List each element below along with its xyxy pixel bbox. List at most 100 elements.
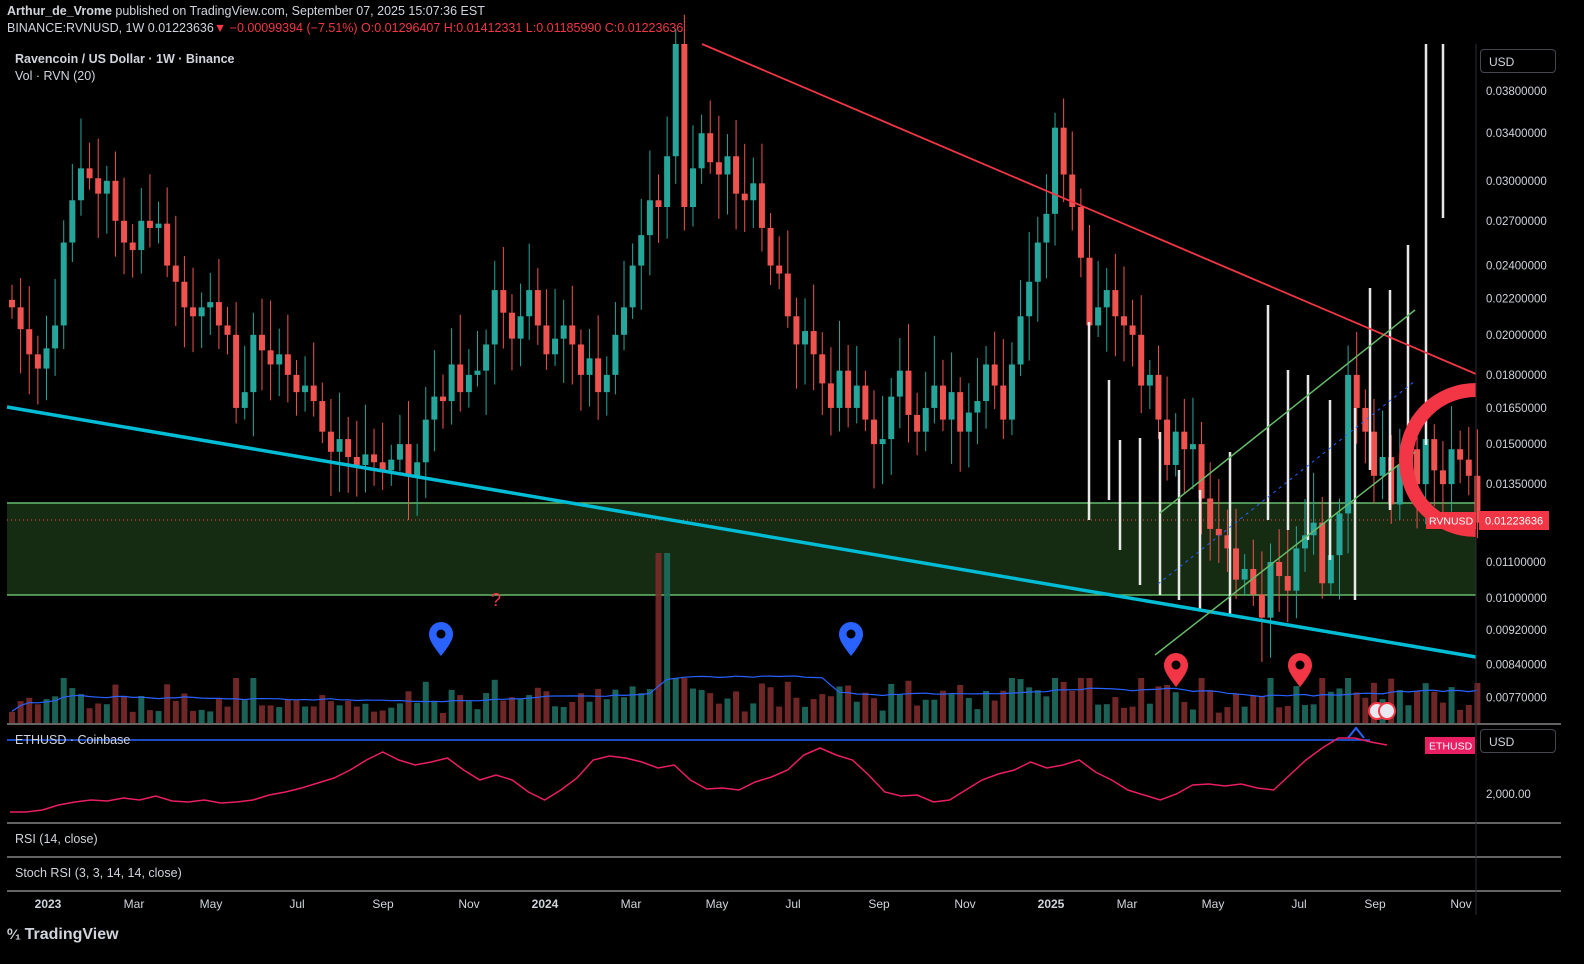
candle-body [1164, 419, 1171, 465]
volume-bar [707, 693, 714, 723]
price-axis-tick: 0.01800000 [1486, 370, 1547, 382]
price-axis-tick: 0.02400000 [1486, 261, 1547, 273]
candle-body [465, 374, 472, 393]
eth-currency-unit-button[interactable]: USD [1480, 729, 1556, 753]
candle-body [60, 242, 67, 326]
volume-bar [853, 701, 860, 723]
price-axis-tick: 0.01000000 [1486, 593, 1547, 605]
candle-body [1267, 561, 1274, 618]
candle-body [371, 454, 378, 463]
candle-body [827, 383, 834, 408]
map-pin-marker-blue-2 [839, 622, 863, 656]
time-axis-tick: Sep [868, 897, 890, 911]
time-axis-tick: May [1202, 897, 1225, 911]
map-pin-marker-red-1 [1164, 653, 1188, 687]
candle-body [1172, 431, 1179, 465]
volume-bar [655, 553, 662, 723]
volume-bar [1008, 678, 1015, 723]
price-axis-tick: 0.03000000 [1486, 176, 1547, 188]
volume-bar [1198, 678, 1205, 723]
time-axis-tick: Nov [458, 897, 479, 911]
currency-unit-button[interactable]: USD [1480, 49, 1556, 73]
volume-bar [939, 690, 946, 723]
candle-body [1250, 568, 1257, 595]
volume-bar [1448, 687, 1455, 723]
volume-bar [715, 703, 722, 723]
volume-bar [181, 693, 188, 723]
volume-bar [767, 687, 774, 723]
volume-bar [1077, 678, 1084, 723]
candle-body [483, 344, 490, 371]
volume-bar [526, 695, 533, 723]
price-axis-tick: 0.00840000 [1486, 659, 1547, 671]
candle-body [664, 156, 671, 207]
candle-body [965, 412, 972, 432]
volume-bar [465, 701, 472, 723]
candle-body [250, 334, 257, 393]
time-axis-tick: 2023 [35, 897, 62, 911]
candle-body [258, 334, 265, 351]
volume-bar [793, 697, 800, 723]
candle-body [327, 431, 334, 452]
candle-body [879, 439, 886, 445]
volume-bar [1258, 696, 1265, 723]
candle-body [776, 265, 783, 274]
candle-body [586, 358, 593, 375]
candle-body [9, 299, 15, 308]
candle-body [396, 444, 403, 460]
volume-bar [871, 698, 877, 723]
volume-bar [60, 678, 67, 723]
volume-bar [552, 706, 559, 723]
volume-bar [664, 553, 671, 723]
volume-bar [577, 693, 584, 723]
candle-body [974, 401, 981, 413]
volume-bar [689, 688, 696, 723]
candle-body [603, 374, 610, 393]
volume-bar [991, 700, 998, 723]
chart-title: Ravencoin / US Dollar · 1W · Binance [15, 52, 235, 66]
price-chart[interactable]: ? 0.03800000 0.03400000 0.03000000 0.027000… [0, 0, 1584, 964]
volume-bar [1405, 705, 1412, 723]
tradingview-logo[interactable]: ⁰⁄₁ TradingView [7, 926, 119, 944]
candle-body [896, 370, 903, 397]
time-axis-tick: May [706, 897, 729, 911]
candle-body [534, 290, 541, 326]
candle-body [871, 419, 877, 445]
volume-bar [396, 703, 403, 723]
volume-bar [1189, 709, 1196, 723]
volume-bar [1319, 678, 1326, 723]
volume-bar [733, 691, 740, 723]
candle-body [1052, 127, 1059, 214]
time-axis-tick: Sep [372, 897, 394, 911]
candle-body [353, 457, 360, 465]
volume-bar [1043, 696, 1050, 723]
candle-body [310, 385, 317, 402]
volume-bar [9, 711, 15, 723]
time-axis-tick: Mar [124, 897, 145, 911]
volume-bar [1155, 686, 1162, 723]
volume-bar [1034, 690, 1041, 723]
candle-body [758, 183, 765, 228]
volume-bar [146, 710, 153, 723]
candle-body [914, 414, 921, 432]
candle-body [569, 325, 576, 345]
candle-body [1103, 290, 1110, 308]
candle-body [767, 227, 774, 266]
price-axis-tick: 0.03400000 [1486, 128, 1547, 140]
volume-bar [362, 703, 369, 723]
question-mark-annotation: ? [491, 590, 501, 610]
candle-body [500, 290, 507, 313]
candle-body [431, 396, 438, 420]
candle-body [1086, 257, 1093, 326]
candle-body [1095, 307, 1102, 326]
candle-body [388, 459, 395, 471]
candle-body [836, 370, 843, 408]
candle-body [939, 385, 946, 420]
candle-body [741, 193, 748, 201]
eth-price-line [10, 737, 1388, 813]
candle-body [1379, 457, 1386, 476]
volume-bar [741, 711, 748, 723]
volume-bar [1414, 691, 1421, 723]
candle-body [284, 354, 291, 375]
volume-bar [965, 697, 972, 723]
